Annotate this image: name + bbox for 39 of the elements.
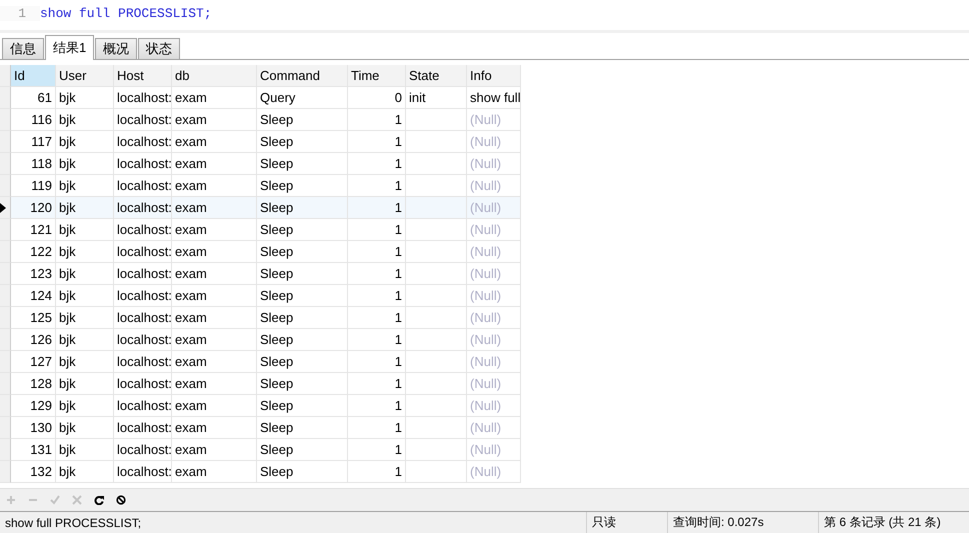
status-query: show full PROCESSLIST; — [4, 514, 142, 532]
column-header[interactable]: Time — [348, 65, 406, 87]
status-query-time: 查询时间: 0.027s — [667, 512, 818, 533]
column-header[interactable]: Command — [257, 65, 348, 87]
column-header[interactable]: Host — [114, 65, 172, 87]
code-line: show full PROCESSLIST; — [40, 6, 212, 20]
table-cell: Sleep — [257, 197, 348, 219]
table-cell: (Null) — [467, 461, 521, 483]
column-header[interactable]: State — [406, 65, 467, 87]
tab[interactable]: 状态 — [138, 38, 180, 59]
table-cell: 132 — [11, 461, 56, 483]
row-header — [0, 65, 11, 87]
table-cell: localhost: — [114, 197, 172, 219]
table-cell — [406, 197, 467, 219]
table-cell: bjk — [56, 461, 114, 483]
tab[interactable]: 结果1 — [45, 35, 94, 60]
table-cell: 1 — [348, 461, 406, 483]
column-header[interactable]: User — [56, 65, 114, 87]
table-cell: localhost: — [114, 461, 172, 483]
status-mode: 只读 — [586, 512, 667, 533]
tab[interactable]: 信息 — [2, 38, 44, 59]
row-header[interactable] — [0, 197, 11, 219]
table-cell: (Null) — [467, 197, 521, 219]
refresh-icon[interactable] — [94, 495, 104, 505]
status-record: 第 6 条记录 (共 21 条) — [818, 512, 969, 533]
table-cell — [406, 461, 467, 483]
column-header[interactable]: Info — [467, 65, 521, 87]
table-cell: exam — [172, 461, 257, 483]
column-header[interactable]: Id — [11, 65, 56, 87]
table-cell: exam — [172, 197, 257, 219]
stop-icon[interactable] — [116, 495, 126, 505]
table-cell: Sleep — [257, 461, 348, 483]
tab[interactable]: 概况 — [95, 38, 138, 59]
table-cell: bjk — [56, 197, 114, 219]
table-cell: 120 — [11, 197, 56, 219]
column-header[interactable]: db — [172, 65, 257, 87]
line-number: 1 — [0, 6, 40, 20]
table-cell: 1 — [348, 197, 406, 219]
row-pointer-icon — [0, 202, 6, 212]
